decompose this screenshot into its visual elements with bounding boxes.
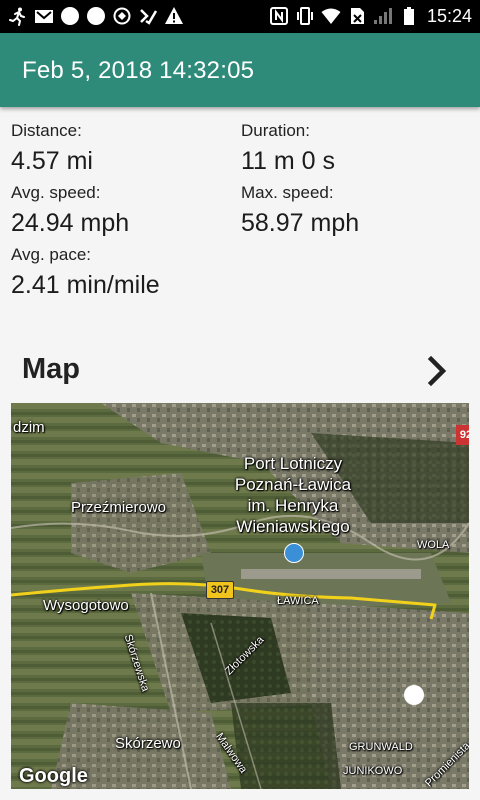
map-label-wysogotowo: Wysogotowo: [43, 597, 129, 614]
status-time: 15:24: [426, 5, 472, 26]
stat-label: Avg. pace:: [11, 245, 92, 264]
status-bar-system: 15:24: [269, 5, 472, 27]
chevron-right-icon[interactable]: [420, 353, 456, 389]
signal-icon: [373, 6, 393, 26]
activity-stats: Distance: 4.57 mi Duration: 11 m 0 s Avg…: [0, 107, 480, 317]
map-label-skorzewo: Skórzewo: [115, 735, 181, 752]
check-icon: [138, 6, 158, 26]
battery-icon: [399, 6, 419, 26]
route-map[interactable]: 92 307 dzim Przeźmierowo Port Lotniczy P…: [11, 403, 469, 789]
stat-distance: Distance: 4.57 mi: [11, 121, 93, 177]
stat-duration: Duration: 11 m 0 s: [241, 121, 335, 177]
map-section-header[interactable]: Map: [0, 345, 480, 401]
stat-label: Duration:: [241, 121, 310, 140]
circle-icon: [86, 6, 106, 26]
map-section-title: Map: [22, 353, 80, 385]
airport-name-line: Poznań-Ławica: [234, 475, 352, 494]
map-label-lawica: ŁAWICA: [277, 595, 319, 607]
airport-name-line: Port Lotniczy: [243, 454, 343, 473]
stat-avg-pace: Avg. pace: 2.41 min/mile: [11, 245, 160, 301]
wifi-icon: [321, 6, 341, 26]
running-icon: [8, 6, 28, 26]
stadium-icon: [404, 685, 424, 705]
circle-icon: [60, 6, 80, 26]
stat-label: Avg. speed:: [11, 183, 101, 202]
map-label-junikowo: JUNIKOWO: [343, 765, 403, 777]
airport-name-line: Wieniawskiego: [236, 517, 350, 536]
map-label-airport: Port Lotniczy Poznań-Ławica im. Henryka …: [229, 453, 357, 537]
stat-value: 2.41 min/mile: [11, 271, 160, 299]
stat-value: 11 m 0 s: [241, 147, 336, 175]
road-badge-92: 92: [456, 425, 469, 445]
stat-value: 4.57 mi: [11, 147, 93, 175]
mail-icon: [34, 6, 54, 26]
no-sim-icon: [347, 6, 367, 26]
vibrate-icon: [295, 6, 315, 26]
page-title: Feb 5, 2018 14:32:05: [22, 57, 255, 84]
nfc-icon: [269, 6, 289, 26]
stat-max-speed: Max. speed: 58.97 mph: [241, 183, 359, 239]
app-bar: Feb 5, 2018 14:32:05: [0, 33, 480, 107]
stat-label: Max. speed:: [241, 183, 334, 202]
stat-avg-speed: Avg. speed: 24.94 mph: [11, 183, 129, 239]
warning-icon: [164, 6, 184, 26]
stat-label: Distance:: [11, 121, 82, 140]
status-bar-notifications: [8, 5, 184, 27]
map-label-przezmierowo: Przeźmierowo: [71, 499, 167, 516]
status-bar: 15:24: [0, 0, 480, 33]
airport-name-line: im. Henryka: [247, 496, 339, 515]
map-label-dzim: dzim: [13, 419, 45, 436]
map-label-grunwald: GRUNWALD: [349, 741, 413, 753]
airport-icon: [284, 543, 304, 563]
stat-value: 58.97 mph: [241, 209, 360, 237]
google-logo: Google: [19, 765, 88, 787]
sync-icon: [112, 6, 132, 26]
route-number-badge: 307: [206, 581, 234, 599]
map-label-wola: WOLA: [417, 539, 450, 551]
stat-value: 24.94 mph: [11, 209, 130, 237]
